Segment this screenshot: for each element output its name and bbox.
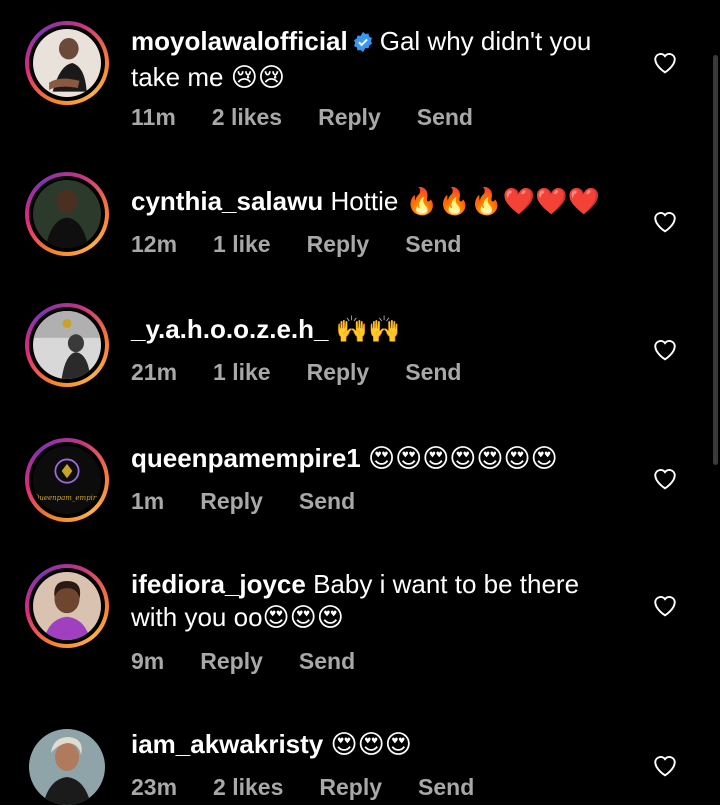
send-button[interactable]: Send	[417, 104, 473, 130]
avatar[interactable]	[25, 172, 109, 256]
comment-emoji: 😍😍😍	[262, 603, 344, 633]
comment-text: _y.a.h.o.o.z.e.h_ 🙌🙌	[131, 313, 631, 347]
comment-meta: 23m 2 likes Reply Send	[131, 774, 510, 801]
heart-outline-icon[interactable]	[652, 593, 678, 617]
comment-emoji: 😍😍😍😍😍😍😍	[367, 444, 558, 474]
comment-time: 11m	[131, 104, 176, 130]
send-button[interactable]: Send	[299, 488, 355, 514]
send-button[interactable]: Send	[405, 359, 461, 385]
comment-username[interactable]: queenpamempire1	[131, 443, 361, 473]
comment-emoji: 🔥🔥🔥❤️❤️❤️	[405, 187, 600, 217]
avatar[interactable]	[25, 21, 109, 105]
avatar[interactable]	[25, 564, 109, 648]
comment-text: ifediora_joyce Baby i want to be there w…	[131, 568, 631, 635]
comment-emoji: 😍😍😍	[330, 730, 412, 760]
heart-outline-icon[interactable]	[652, 337, 678, 361]
send-button[interactable]: Send	[299, 648, 355, 674]
avatar-image	[33, 572, 101, 640]
comment-time: 1m	[131, 488, 165, 514]
reply-button[interactable]: Reply	[200, 648, 263, 674]
comment-time: 12m	[131, 231, 178, 257]
comment-meta: 11m 2 likes Reply Send	[131, 104, 509, 131]
comment-username[interactable]: moyolawalofficial	[131, 26, 348, 56]
comment-likes[interactable]: 2 likes	[213, 774, 283, 800]
comment-emoji: 😢😢	[230, 63, 285, 93]
avatar[interactable]	[25, 303, 109, 387]
reply-button[interactable]: Reply	[307, 359, 370, 385]
comment-text: moyolawalofficial Gal why didn't you take…	[131, 25, 631, 95]
avatar-image	[29, 729, 105, 805]
comment-body: Hottie	[330, 186, 399, 216]
comment-likes[interactable]: 1 like	[213, 359, 271, 385]
comment-emoji: 🙌🙌	[335, 315, 401, 345]
avatar-image	[33, 311, 101, 379]
reply-button[interactable]: Reply	[319, 774, 382, 800]
reply-button[interactable]: Reply	[307, 231, 370, 257]
send-button[interactable]: Send	[418, 774, 474, 800]
comment-time: 21m	[131, 359, 178, 385]
comment-username[interactable]: iam_akwakristy	[131, 729, 323, 759]
send-button[interactable]: Send	[405, 231, 461, 257]
comment-meta: 21m 1 like Reply Send	[131, 359, 497, 386]
comment-username[interactable]: cynthia_salawu	[131, 186, 323, 216]
comment-time: 9m	[131, 648, 165, 674]
heart-outline-icon[interactable]	[652, 50, 678, 74]
comment-username[interactable]: _y.a.h.o.o.z.e.h_	[131, 314, 328, 344]
comment-text: cynthia_salawu Hottie 🔥🔥🔥❤️❤️❤️	[131, 185, 631, 219]
comment-time: 23m	[131, 774, 178, 800]
avatar[interactable]: Queenpam_empire	[25, 438, 109, 522]
avatar-image	[33, 180, 101, 248]
comment-likes[interactable]: 2 likes	[212, 104, 282, 130]
verified-badge-icon	[352, 28, 374, 61]
comment-username[interactable]: ifediora_joyce	[131, 569, 306, 599]
avatar-image	[33, 29, 101, 97]
heart-outline-icon[interactable]	[652, 466, 678, 490]
scrollbar[interactable]	[713, 55, 718, 465]
comment-meta: 1m Reply Send	[131, 488, 391, 515]
avatar-image: Queenpam_empire	[33, 446, 101, 514]
heart-outline-icon[interactable]	[652, 209, 678, 233]
reply-button[interactable]: Reply	[200, 488, 263, 514]
comment-likes[interactable]: 1 like	[213, 231, 271, 257]
comment-meta: 9m Reply Send	[131, 648, 391, 675]
reply-button[interactable]: Reply	[318, 104, 381, 130]
heart-outline-icon[interactable]	[652, 753, 678, 777]
comment-text: iam_akwakristy 😍😍😍	[131, 728, 631, 762]
comment-meta: 12m 1 like Reply Send	[131, 231, 497, 258]
avatar[interactable]	[29, 729, 105, 805]
avatar-logo-text: Queenpam_empire	[33, 494, 101, 502]
comment-text: queenpamempire1 😍😍😍😍😍😍😍	[131, 442, 631, 476]
